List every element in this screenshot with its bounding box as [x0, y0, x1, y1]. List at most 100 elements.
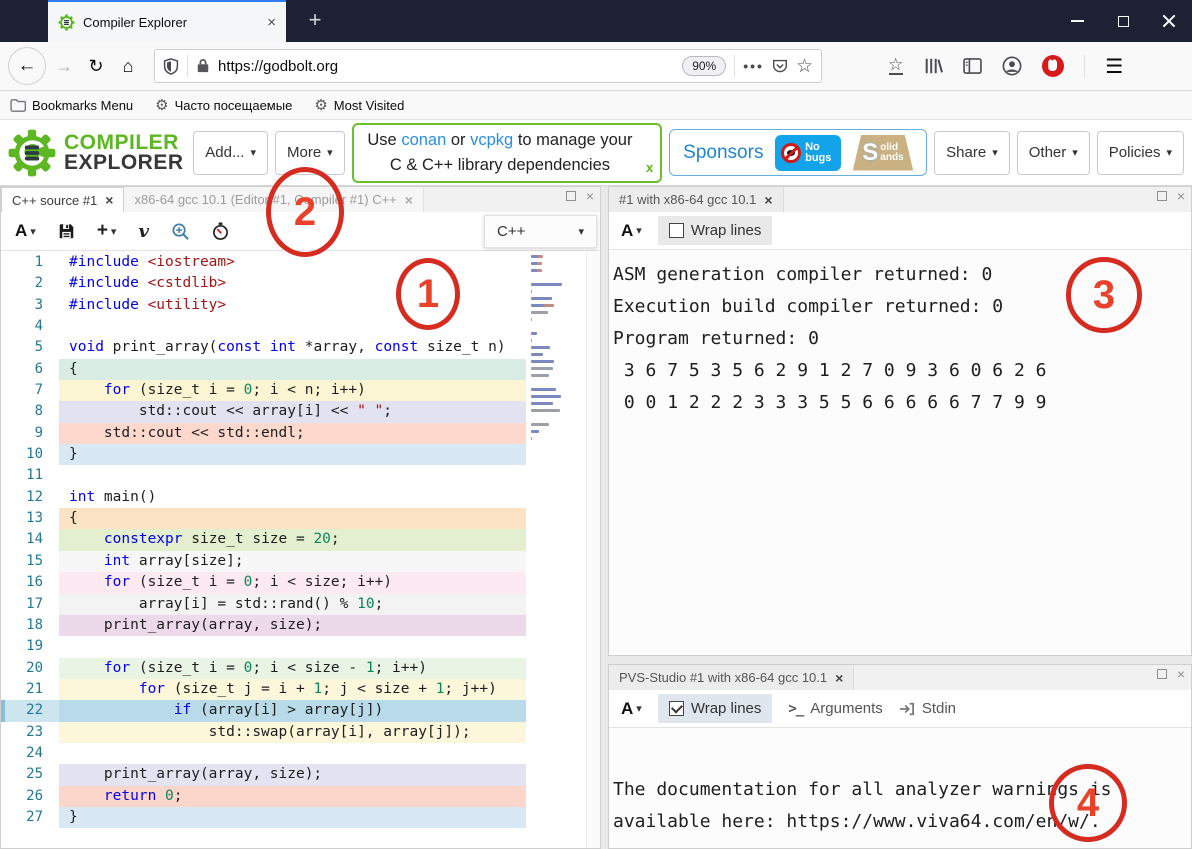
close-button[interactable]: [1146, 0, 1192, 42]
home-button[interactable]: ⌂: [112, 56, 144, 77]
compiler-explorer-header: COMPILER EXPLORER Add...▾ More▾ Use cona…: [0, 120, 1192, 185]
annotation-circle-4: 4: [1049, 764, 1127, 842]
adblock-icon[interactable]: [1042, 55, 1064, 77]
code-line[interactable]: 6{: [1, 359, 600, 380]
add-button[interactable]: Add...▾: [193, 131, 268, 175]
browser-tab[interactable]: Compiler Explorer ×: [48, 0, 286, 42]
code-line[interactable]: 16 for (size_t i = 0; i < size; i++): [1, 572, 600, 593]
back-button[interactable]: ←: [8, 47, 46, 85]
bookmarks-shelf-icon[interactable]: ☆: [888, 58, 903, 75]
code-line[interactable]: 25 print_array(array, size);: [1, 764, 600, 785]
banner-close-icon[interactable]: x: [646, 155, 653, 180]
code-line[interactable]: 7 for (size_t i = 0; i < n; i++): [1, 380, 600, 401]
url-text[interactable]: https://godbolt.org: [218, 58, 674, 75]
golden-layout-root: C++ source #1 × x86-64 gcc 10.1 (Editor …: [0, 185, 1192, 849]
policies-button[interactable]: Policies▾: [1097, 131, 1184, 175]
code-line[interactable]: 13{: [1, 508, 600, 529]
zoom-search-button[interactable]: [171, 222, 190, 241]
page-actions-icon[interactable]: •••: [743, 58, 764, 74]
close-pane-icon[interactable]: ×: [586, 191, 594, 201]
font-size-button[interactable]: A ▾: [15, 221, 36, 241]
code-line[interactable]: 24: [1, 743, 600, 764]
code-line[interactable]: 11: [1, 465, 600, 486]
arguments-button[interactable]: >_ Arguments: [788, 700, 882, 717]
code-line[interactable]: 15 int array[size];: [1, 551, 600, 572]
code-line[interactable]: 4: [1, 316, 600, 337]
account-icon[interactable]: [1002, 56, 1022, 76]
code-line[interactable]: 27}: [1, 807, 600, 828]
solid-sands-sponsor-badge[interactable]: S olidands: [853, 135, 913, 171]
code-line[interactable]: 12int main(): [1, 487, 600, 508]
font-size-button[interactable]: A ▾: [621, 699, 642, 719]
vim-mode-button[interactable]: v: [138, 221, 148, 242]
forward-button[interactable]: →: [48, 56, 80, 77]
tab-cpp-source[interactable]: C++ source #1 ×: [1, 187, 124, 212]
lock-icon[interactable]: [196, 58, 210, 74]
annotation-circle-2: 2: [266, 167, 344, 257]
horizontal-splitter[interactable]: [608, 656, 1192, 664]
code-line[interactable]: 9 std::cout << std::endl;: [1, 423, 600, 444]
code-line[interactable]: 17 array[i] = std::rand() % 10;: [1, 594, 600, 615]
close-pane-icon[interactable]: ×: [1177, 669, 1185, 679]
conan-link[interactable]: conan: [401, 131, 446, 149]
sponsors-button[interactable]: Sponsors No bugs S olidands: [669, 129, 927, 176]
code-line[interactable]: 20 for (size_t i = 0; i < size - 1; i++): [1, 658, 600, 679]
add-pane-button[interactable]: + ▾: [97, 220, 117, 242]
tab-close-icon[interactable]: ×: [405, 192, 413, 208]
close-pane-icon[interactable]: ×: [1177, 191, 1185, 201]
code-line[interactable]: 18 print_array(array, size);: [1, 615, 600, 636]
compiler-explorer-logo[interactable]: COMPILER EXPLORER: [8, 129, 186, 177]
maximize-button[interactable]: [1100, 0, 1146, 42]
maximize-pane-icon[interactable]: [566, 191, 576, 201]
code-line[interactable]: 3#include <utility>: [1, 295, 600, 316]
code-line[interactable]: 14 constexpr size_t size = 20;: [1, 529, 600, 550]
language-select[interactable]: C++ ▾: [484, 215, 597, 248]
sidebar-icon[interactable]: [963, 58, 982, 74]
bookmark-star-icon[interactable]: ☆: [796, 55, 813, 78]
code-line[interactable]: 22 if (array[i] > array[j]): [1, 700, 600, 721]
tab-close-icon[interactable]: ×: [764, 192, 772, 208]
maximize-pane-icon[interactable]: [1157, 669, 1167, 679]
wrap-lines-toggle[interactable]: Wrap lines: [658, 694, 773, 723]
library-icon[interactable]: [923, 57, 943, 75]
other-button[interactable]: Other▾: [1017, 131, 1090, 175]
code-line[interactable]: 19: [1, 636, 600, 657]
tab-close-icon[interactable]: ×: [835, 670, 843, 686]
font-size-button[interactable]: A ▾: [621, 221, 642, 241]
tracking-protection-shield-icon[interactable]: [163, 58, 179, 75]
bookmark-menu-folder[interactable]: Bookmarks Menu: [10, 98, 133, 113]
code-line[interactable]: 8 std::cout << array[i] << " ";: [1, 401, 600, 422]
bookmark-frequently-visited[interactable]: ⚙ Часто посещаемые: [155, 96, 292, 114]
code-line[interactable]: 21 for (size_t j = i + 1; j < size + 1; …: [1, 679, 600, 700]
monaco-editor[interactable]: 1#include <iostream>2#include <cstdlib>3…: [1, 252, 600, 848]
reload-button[interactable]: ↻: [80, 56, 112, 77]
code-line[interactable]: 26 return 0;: [1, 786, 600, 807]
minimize-button[interactable]: [1054, 0, 1100, 42]
vcpkg-link[interactable]: vcpkg: [470, 131, 513, 149]
timing-button[interactable]: [212, 222, 229, 241]
code-line[interactable]: 5void print_array(const int *array, cons…: [1, 337, 600, 358]
code-line[interactable]: 2#include <cstdlib>: [1, 273, 600, 294]
pane-controls: ×: [1157, 669, 1185, 679]
code-line[interactable]: 23 std::swap(array[i], array[j]);: [1, 722, 600, 743]
menu-icon[interactable]: ☰: [1105, 54, 1123, 79]
stdin-button[interactable]: Stdin: [899, 700, 956, 717]
bookmark-most-visited[interactable]: ⚙ Most Visited: [314, 96, 404, 114]
tab-close-icon[interactable]: ×: [105, 192, 113, 208]
save-button[interactable]: [58, 223, 75, 240]
zoom-level-badge[interactable]: 90%: [682, 56, 726, 76]
tab-pvs-studio[interactable]: PVS-Studio #1 with x86-64 gcc 10.1 ×: [609, 665, 854, 690]
no-bugs-sponsor-badge[interactable]: No bugs: [775, 135, 840, 171]
code-line[interactable]: 10}: [1, 444, 600, 465]
maximize-pane-icon[interactable]: [1157, 191, 1167, 201]
tab-output[interactable]: #1 with x86-64 gcc 10.1 ×: [609, 187, 784, 212]
wrap-lines-toggle[interactable]: Wrap lines: [658, 216, 773, 245]
library-ad-banner[interactable]: Use conan or vcpkg to manage your C & C+…: [352, 123, 662, 183]
pocket-icon[interactable]: [772, 59, 788, 74]
share-button[interactable]: Share▾: [934, 131, 1010, 175]
editor-minimap[interactable]: [531, 255, 565, 444]
new-tab-button[interactable]: +: [300, 7, 330, 35]
editor-scrollbar[interactable]: [586, 252, 600, 848]
url-bar[interactable]: https://godbolt.org 90% ••• ☆: [154, 49, 822, 83]
tab-close-icon[interactable]: ×: [267, 15, 276, 30]
